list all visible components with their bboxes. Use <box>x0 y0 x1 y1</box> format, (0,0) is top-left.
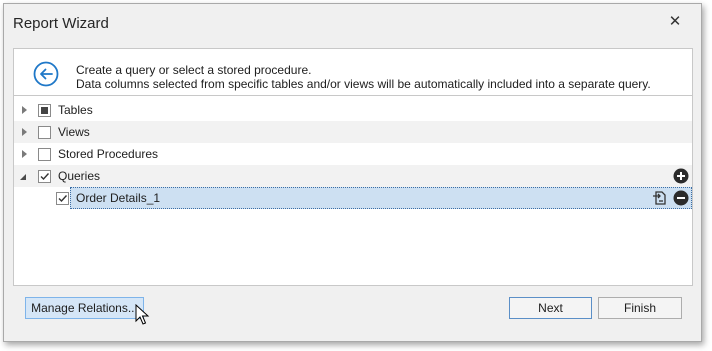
check-icon <box>58 195 68 203</box>
collapse-arrow-icon[interactable] <box>20 174 26 180</box>
arrow-left-circle-icon[interactable] <box>33 61 59 87</box>
views-checkbox[interactable] <box>38 126 51 139</box>
next-button[interactable]: Next <box>509 297 592 319</box>
close-icon[interactable]: ✕ <box>667 14 683 30</box>
header-instruction: Create a query or select a stored proced… <box>76 63 312 77</box>
tree-node-queries[interactable]: Queries <box>14 165 692 187</box>
expand-arrow-icon[interactable] <box>22 106 27 114</box>
stored-procedures-checkbox[interactable] <box>38 148 51 161</box>
check-icon <box>40 173 50 181</box>
remove-circle-icon[interactable] <box>673 190 689 206</box>
tree-node-order-details-1[interactable]: Order Details_1 <box>14 187 692 209</box>
queries-checkbox[interactable] <box>38 170 51 183</box>
edit-query-icon[interactable] <box>652 190 668 206</box>
order-details-checkbox[interactable] <box>56 192 69 205</box>
title-bar: Report Wizard ✕ <box>4 4 701 42</box>
tree-node-label: Tables <box>58 103 93 117</box>
expand-arrow-icon[interactable] <box>22 150 27 158</box>
tables-checkbox[interactable] <box>38 104 51 117</box>
expand-arrow-icon[interactable] <box>22 128 27 136</box>
tree-node-label: Stored Procedures <box>58 147 159 161</box>
window-title: Report Wizard <box>13 15 109 32</box>
tree-node-label: Views <box>58 125 90 139</box>
tree-node-stored-procedures[interactable]: Stored Procedures <box>14 143 692 165</box>
report-wizard-dialog: Report Wizard ✕ Create a query or select… <box>3 3 702 342</box>
query-tree: Tables Views Stored Procedures Queries O… <box>13 96 693 286</box>
manage-relations-button[interactable]: Manage Relations... <box>25 297 144 319</box>
tree-node-label: Queries <box>58 169 101 183</box>
mouse-pointer-icon <box>135 304 150 325</box>
tree-node-views[interactable]: Views <box>14 121 692 143</box>
tree-node-tables[interactable]: Tables <box>14 99 692 121</box>
finish-button[interactable]: Finish <box>598 297 682 319</box>
add-circle-icon[interactable] <box>673 168 689 184</box>
selection-highlight <box>70 187 692 209</box>
tree-node-label: Order Details_1 <box>76 191 161 205</box>
header-note: Data columns selected from specific tabl… <box>76 77 651 91</box>
wizard-header: Create a query or select a stored proced… <box>13 48 693 96</box>
